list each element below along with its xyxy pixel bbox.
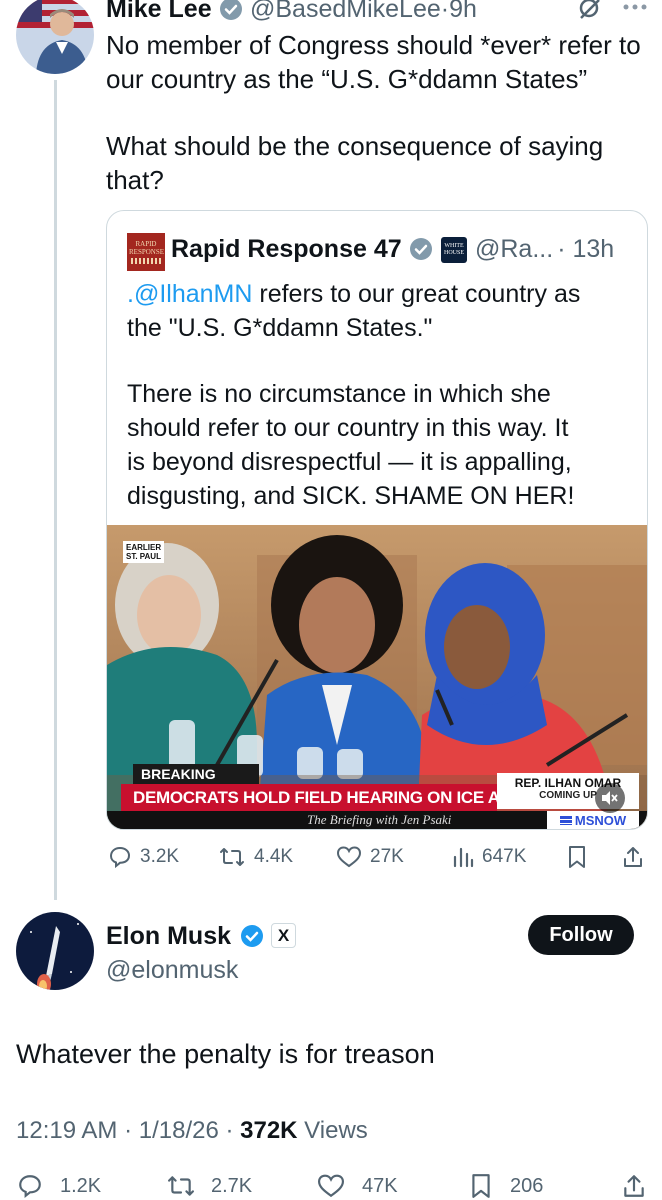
- mike-lee-text-line3: What should be the consequence of saying: [106, 131, 604, 161]
- rapid-response-handle-text[interactable]: @Ra...: [475, 235, 553, 263]
- repost-button[interactable]: 4.4K: [218, 845, 293, 869]
- video-location-tag: EARLIER ST. PAUL: [123, 541, 165, 563]
- tweet-timestamp[interactable]: 12:19 AM · 1/18/26 ·: [16, 1117, 240, 1144]
- reply-icon: [109, 846, 131, 869]
- program-title: The Briefing with Jen Psaki: [307, 812, 452, 827]
- elon-musk-text: Whatever the penalty is for treason: [16, 1039, 435, 1069]
- mike-lee-name[interactable]: Mike Lee: [106, 0, 212, 24]
- share-button[interactable]: [622, 1173, 646, 1199]
- bookmark-button[interactable]: [567, 845, 587, 869]
- logo-text: RAPID RESPONSE: [129, 240, 165, 256]
- mike-lee-text-line1: No member of Congress should *ever* refe…: [106, 30, 641, 60]
- separator: ·: [440, 0, 450, 23]
- views-icon: [453, 847, 474, 868]
- reply-button[interactable]: 1.2K: [16, 1173, 101, 1199]
- white-house-affiliate-badge[interactable]: WHITE HOUSE: [441, 237, 467, 263]
- reply-icon: [19, 1175, 41, 1199]
- repost-count: 2.7K: [211, 1174, 253, 1197]
- views-button[interactable]: 647K: [452, 845, 526, 869]
- quoted-text-line4: should refer to our country in this way.…: [127, 414, 569, 442]
- follow-button[interactable]: Follow: [528, 915, 634, 955]
- repost-button[interactable]: 2.7K: [165, 1173, 252, 1199]
- like-icon: [317, 1174, 345, 1198]
- quoted-text-line1-rest: refers to our great country as: [252, 280, 581, 308]
- bookmark-count: 206: [510, 1174, 544, 1197]
- like-count: 47K: [362, 1174, 398, 1197]
- reply-count: 3.2K: [140, 846, 180, 867]
- avatar-elon-musk[interactable]: [16, 912, 94, 990]
- chyron-headline: DEMOCRATS HOLD FIELD HEARING ON ICE ABUS…: [121, 784, 557, 811]
- mute-button[interactable]: [595, 783, 625, 813]
- verified-badge-icon: [409, 237, 433, 266]
- share-icon: [624, 847, 642, 867]
- elon-musk-name[interactable]: Elon Musk: [106, 922, 231, 951]
- network-logo-text: MSNOW: [574, 812, 627, 828]
- rapid-response-name[interactable]: Rapid Response 47: [171, 235, 402, 264]
- verified-badge-icon: [240, 924, 264, 953]
- rapid-response-time[interactable]: · 13h: [557, 235, 614, 263]
- affiliate-badge-text: WHITE HOUSE: [443, 243, 464, 256]
- tweet-metadata: 12:19 AM · 1/18/26 · 372K Views: [16, 1117, 368, 1145]
- bookmark-icon: [569, 846, 585, 868]
- repost-icon: [168, 1176, 195, 1196]
- tweet-views-label: Views: [297, 1117, 368, 1144]
- grok-icon[interactable]: [577, 0, 603, 27]
- mike-lee-text-line4: that?: [106, 165, 164, 195]
- reply-count: 1.2K: [60, 1174, 102, 1197]
- quoted-text-line5: is beyond disrespectful — it is appallin…: [127, 448, 572, 476]
- quoted-text-line2: the "U.S. G*ddamn States.": [127, 314, 433, 342]
- rapid-response-handle[interactable]: @Ra... · 13h: [475, 235, 614, 264]
- location-tag-line1: EARLIER: [126, 543, 162, 552]
- network-logo-mark: [559, 815, 572, 825]
- elon-musk-handle[interactable]: @elonmusk: [106, 956, 238, 985]
- x-logo-icon: X: [277, 925, 290, 945]
- share-button[interactable]: [622, 845, 644, 869]
- thread-line: [54, 80, 57, 900]
- repost-icon: [220, 848, 244, 866]
- location-tag-line2: ST. PAUL: [126, 552, 161, 561]
- bookmark-button[interactable]: 206: [470, 1173, 543, 1199]
- views-count: 647K: [482, 846, 527, 867]
- avatar-mike-lee[interactable]: [16, 0, 94, 74]
- mike-lee-time[interactable]: 9h: [449, 0, 477, 23]
- rapid-response-logo[interactable]: RAPID RESPONSE: [127, 233, 165, 271]
- like-count: 27K: [370, 846, 404, 867]
- video-player[interactable]: EARLIER ST. PAUL BREAKING NEWS DEMOCRATS…: [107, 525, 647, 829]
- mike-lee-handle-text[interactable]: @BasedMikeLee: [250, 0, 441, 23]
- bookmark-icon: [472, 1174, 490, 1198]
- repost-count: 4.4K: [254, 846, 294, 867]
- mike-lee-handle[interactable]: @BasedMikeLee·9h: [250, 0, 477, 24]
- like-button[interactable]: 47K: [316, 1173, 398, 1199]
- quoted-text-line3: There is no circumstance in which she: [127, 380, 551, 408]
- network-logo: MSNOW: [547, 811, 639, 829]
- verified-badge-icon: [219, 0, 243, 26]
- mike-lee-text-line2: our country as the “U.S. G*ddamn States”: [106, 64, 588, 94]
- mute-icon: [602, 791, 618, 805]
- tweet-views-count: 372K: [240, 1117, 298, 1144]
- x-affiliate-badge[interactable]: X: [271, 923, 296, 948]
- reply-button[interactable]: 3.2K: [108, 845, 179, 869]
- mention-link[interactable]: .@IlhanMN: [127, 280, 252, 308]
- quoted-text-line1: .@IlhanMN refers to our great country as: [127, 277, 580, 311]
- quoted-tweet-card[interactable]: RAPID RESPONSE Rapid Response 47 WHITE H…: [106, 210, 648, 830]
- like-button[interactable]: 27K: [336, 845, 404, 869]
- quoted-text-line6: disgusting, and SICK. SHAME ON HER!: [127, 482, 575, 510]
- like-icon: [336, 846, 362, 868]
- more-icon[interactable]: [622, 0, 648, 18]
- logo-columns: [131, 258, 161, 264]
- share-icon: [624, 1175, 644, 1197]
